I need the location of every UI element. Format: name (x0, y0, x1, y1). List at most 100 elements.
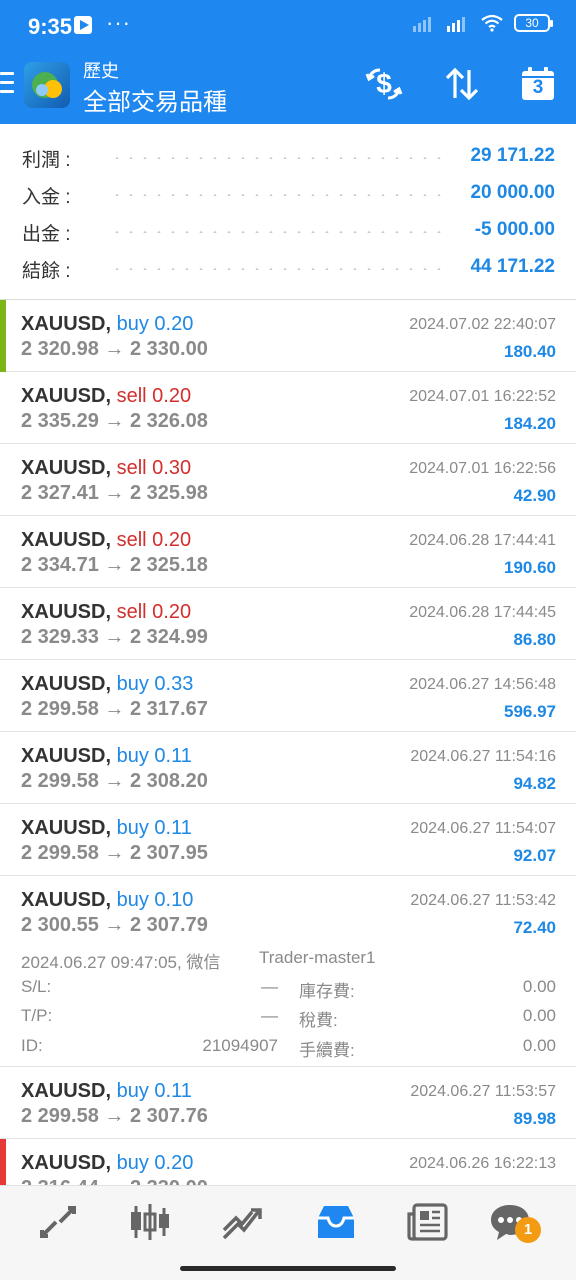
trade-row[interactable]: XAUUSD, buy 0.20 2 316.44 → 2 330.00 2024.… (0, 1139, 576, 1185)
trade-row[interactable]: XAUUSD, buy 0.33 2 299.58 → 2 317.67 2024.… (0, 660, 576, 732)
app-logo (24, 62, 70, 108)
arrow-icon: → (104, 842, 125, 864)
close-price: 2 330.00 (130, 1177, 208, 1185)
trade-profit: 596.97 (504, 702, 556, 721)
close-price: 2 307.79 (129, 914, 208, 936)
trade-profit: 89.98 (513, 1109, 556, 1128)
page-subtitle: 歷史 (83, 61, 119, 81)
detail-label: S/L: (21, 977, 52, 996)
trade-symbol-line: XAUUSD, sell 0.30 (21, 457, 191, 480)
trade-date: 2024.06.27 14:56:48 (409, 676, 556, 693)
dotted-leader (110, 268, 446, 270)
chat-badge: 1 (515, 1217, 541, 1243)
trade-symbol: XAUUSD, (21, 601, 112, 623)
trade-row[interactable]: XAUUSD, buy 0.20 2 320.98 → 2 330.00 2024.… (0, 300, 576, 372)
news-icon[interactable] (404, 1200, 452, 1244)
trade-accent-bar (0, 300, 6, 372)
app-header: 9:35 ··· 30 歷史 全部交易品種 $ 3 (0, 0, 576, 124)
trade-date: 2024.07.01 16:22:56 (409, 460, 556, 477)
signal-icon (413, 17, 431, 32)
trade-row[interactable]: XAUUSD, sell 0.20 2 329.33 → 2 324.99 2024… (0, 588, 576, 660)
trade-side: buy (116, 817, 149, 839)
trade-comment: Trader-master1 (259, 948, 376, 967)
trade-symbol: XAUUSD, (21, 385, 112, 407)
summary-value: 44 171.22 (470, 256, 555, 277)
trade-symbol-line: XAUUSD, sell 0.20 (21, 601, 191, 624)
arrow-icon: → (104, 698, 125, 720)
trade-side: buy (116, 673, 149, 695)
quotes-icon[interactable] (34, 1200, 82, 1244)
trade-symbol-line: XAUUSD, sell 0.20 (21, 529, 191, 552)
trade-profit: 86.80 (513, 630, 556, 649)
play-store-icon (74, 16, 92, 34)
detail-label: 手續費: (299, 1041, 355, 1060)
open-price: 2 320.98 (21, 338, 99, 360)
trade-prices: 2 329.33 → 2 324.99 (21, 626, 208, 649)
menu-icon[interactable] (0, 72, 14, 94)
trade-prices: 2 300.55 → 2 307.79 (21, 914, 208, 937)
arrow-icon: → (104, 914, 125, 936)
trade-prices: 2 299.58 → 2 307.76 (21, 1105, 208, 1128)
trade-row[interactable]: XAUUSD, sell 0.20 2 335.29 → 2 326.08 2024… (0, 372, 576, 444)
arrow-icon: → (104, 1105, 125, 1127)
currency-exchange-icon[interactable]: $ (364, 64, 404, 104)
trade-profit: 72.40 (513, 918, 556, 937)
svg-text:$: $ (376, 68, 392, 99)
system-icons: 30 (412, 14, 553, 32)
trade-row[interactable]: XAUUSD, buy 0.11 2 299.58 → 2 307.76 2024.… (0, 1067, 576, 1139)
trade-history-list[interactable]: XAUUSD, buy 0.20 2 320.98 → 2 330.00 2024.… (0, 300, 576, 1185)
trade-volume: 0.10 (154, 889, 194, 911)
trade-side: sell (116, 457, 147, 479)
close-price: 2 307.95 (129, 842, 208, 864)
home-indicator[interactable] (180, 1266, 396, 1271)
battery-icon: 30 (514, 14, 553, 32)
arrow-icon: → (104, 338, 125, 360)
trade-profit: 184.20 (504, 414, 556, 433)
trade-row[interactable]: XAUUSD, sell 0.30 2 327.41 → 2 325.98 2024… (0, 444, 576, 516)
trade-date: 2024.06.27 11:54:16 (410, 748, 556, 765)
trade-symbol-line: XAUUSD, buy 0.11 (21, 817, 192, 840)
trade-row[interactable]: XAUUSD, buy 0.11 2 299.58 → 2 307.95 2024.… (0, 804, 576, 876)
trade-row[interactable]: XAUUSD, buy 0.11 2 299.58 → 2 308.20 2024.… (0, 732, 576, 804)
detail-value: — (261, 977, 278, 996)
trade-symbol-line: XAUUSD, buy 0.20 (21, 1152, 193, 1175)
trade-volume: 0.30 (152, 457, 192, 479)
trade-prices: 2 299.58 → 2 317.67 (21, 698, 208, 721)
trade-row[interactable]: XAUUSD, sell 0.20 2 334.71 → 2 325.18 2024… (0, 516, 576, 588)
trade-row[interactable]: XAUUSD, buy 0.10 2 300.55 → 2 307.79 2024.… (0, 876, 576, 1067)
arrow-icon: → (104, 554, 125, 576)
history-icon[interactable] (312, 1200, 360, 1244)
status-bar: 9:35 ··· 30 (0, 0, 576, 52)
detail-value: — (261, 1006, 278, 1025)
trade-symbol: XAUUSD, (21, 817, 112, 839)
trade-volume: 0.20 (152, 601, 192, 623)
trade-symbol: XAUUSD, (21, 889, 112, 911)
open-price: 2 334.71 (21, 554, 99, 576)
trade-prices: 2 320.98 → 2 330.00 (21, 338, 208, 361)
trade-accent-bar (0, 1139, 6, 1185)
open-price: 2 299.58 (21, 770, 99, 792)
close-price: 2 325.18 (129, 554, 208, 576)
open-price: 2 329.33 (21, 626, 99, 648)
trade-profit: 190.60 (504, 558, 556, 577)
trade-volume: 0.33 (154, 673, 194, 695)
trade-symbol: XAUUSD, (21, 529, 112, 551)
calendar-icon[interactable]: 3 (518, 64, 558, 104)
arrow-icon: → (104, 482, 125, 504)
detail-label: 稅費: (299, 1011, 338, 1030)
trade-date: 2024.07.01 16:22:52 (409, 388, 556, 405)
trade-prices: 2 299.58 → 2 308.20 (21, 770, 208, 793)
trade-prices: 2 334.71 → 2 325.18 (21, 554, 208, 577)
page-title[interactable]: 全部交易品種 (83, 82, 227, 117)
trade-side: sell (116, 529, 147, 551)
close-price: 2 325.98 (129, 482, 208, 504)
open-time: 2024.06.27 09:47:05, 微信 (21, 953, 221, 972)
arrow-icon: → (104, 410, 125, 432)
trade-icon[interactable] (218, 1200, 266, 1244)
summary-row-deposit: 入金 : 20 000.00 (0, 175, 576, 212)
sort-icon[interactable] (442, 64, 482, 104)
status-time: 9:35 (28, 14, 73, 39)
chart-icon[interactable] (126, 1200, 174, 1244)
trade-symbol-line: XAUUSD, buy 0.10 (21, 889, 193, 912)
dotted-leader (110, 194, 446, 196)
